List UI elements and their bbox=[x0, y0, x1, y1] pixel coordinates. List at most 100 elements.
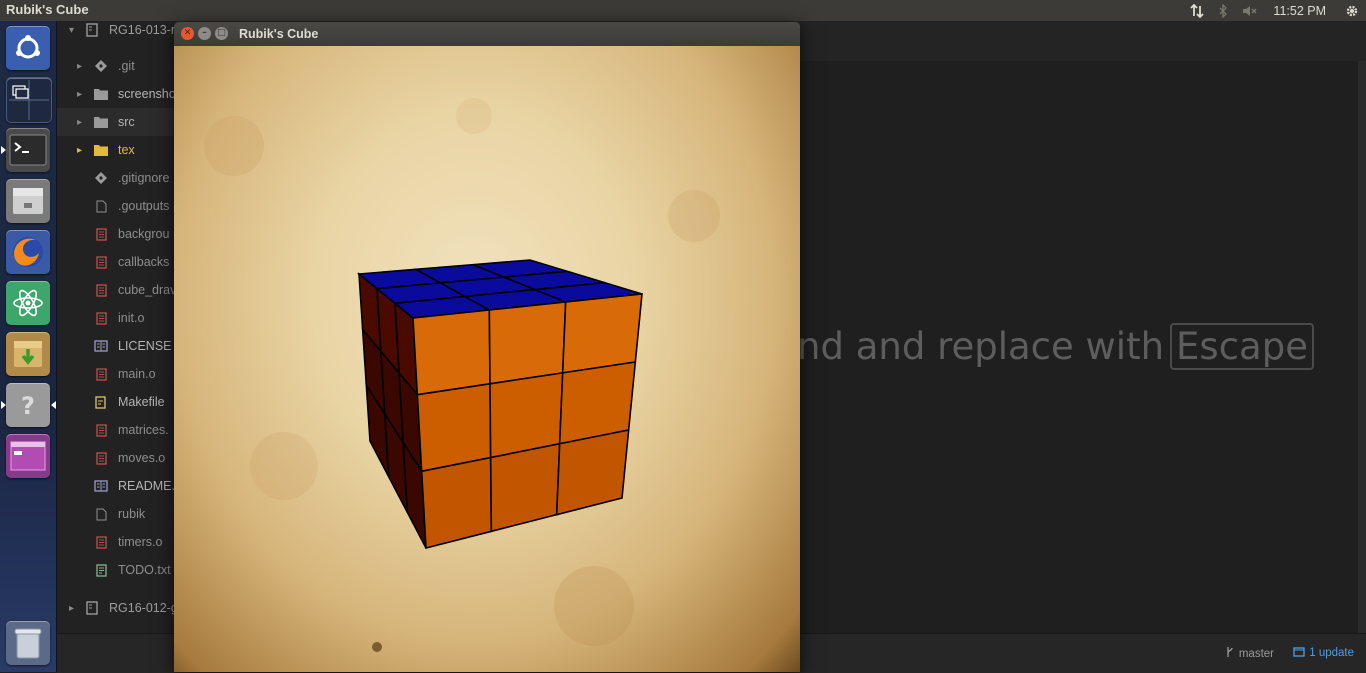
active-indicator bbox=[51, 401, 56, 409]
launcher-item-help[interactable]: ? bbox=[6, 383, 50, 427]
tree-file[interactable]: .gitignore bbox=[57, 164, 177, 192]
tree-file[interactable]: main.o bbox=[57, 360, 177, 388]
hint-key: Escape bbox=[1170, 323, 1314, 370]
chevron-right-icon: ▸ bbox=[77, 60, 83, 72]
binary-file-icon bbox=[94, 283, 108, 297]
tree-item-label: rubik bbox=[118, 507, 146, 521]
git-branch[interactable]: master bbox=[1225, 646, 1274, 660]
tree-file[interactable]: README. bbox=[57, 472, 177, 500]
tree-item-label: .git bbox=[118, 59, 135, 73]
tree-file[interactable]: TODO.txt bbox=[57, 556, 177, 584]
binary-file-icon bbox=[94, 451, 108, 465]
launcher-item-files[interactable] bbox=[6, 179, 50, 223]
chevron-right-icon: ▸ bbox=[77, 116, 83, 128]
volume-muted-icon[interactable] bbox=[1242, 4, 1258, 18]
top-panel: Rubik's Cube 11:52 PM bbox=[0, 0, 1366, 21]
project-root-2[interactable]: ▸ RG16-012-g bbox=[57, 594, 177, 622]
tree-file[interactable]: LICENSE bbox=[57, 332, 177, 360]
firefox-icon bbox=[13, 237, 43, 267]
cube-front-sticker bbox=[561, 293, 643, 374]
tree-item-label: README. bbox=[118, 479, 175, 493]
tree-item-label: src bbox=[118, 115, 135, 129]
project-name: RG16-013-r bbox=[109, 23, 175, 37]
tree-folder[interactable]: ▸ tex bbox=[57, 136, 177, 164]
tree-file[interactable]: Makefile bbox=[57, 388, 177, 416]
tree-item-label: cube_drav bbox=[118, 283, 177, 297]
atom-icon bbox=[13, 289, 43, 317]
system-gear-icon[interactable] bbox=[1345, 4, 1359, 18]
launcher-item-window-app[interactable] bbox=[6, 434, 50, 478]
launcher-item-archive[interactable] bbox=[6, 332, 50, 376]
workspace-switcher-icon bbox=[9, 80, 49, 120]
rubiks-cube[interactable] bbox=[174, 46, 800, 672]
tree-file[interactable]: rubik bbox=[57, 500, 177, 528]
tree-item-label: Makefile bbox=[118, 395, 165, 409]
tree-file[interactable]: init.o bbox=[57, 304, 177, 332]
repo-icon bbox=[85, 23, 99, 37]
maximize-button[interactable]: □ bbox=[215, 27, 228, 40]
file-icon bbox=[94, 507, 108, 521]
hint-text: nd and replace with bbox=[797, 325, 1165, 368]
repo-icon bbox=[85, 601, 99, 615]
update-label: 1 update bbox=[1309, 647, 1354, 659]
launcher-item-terminal[interactable] bbox=[6, 128, 50, 172]
tree-file[interactable]: callbacks bbox=[57, 248, 177, 276]
launcher-item-workspaces[interactable] bbox=[6, 77, 52, 123]
chevron-right-icon: ▸ bbox=[69, 602, 75, 614]
tree-item-label: callbacks bbox=[118, 255, 170, 269]
chevron-down-icon: ▾ bbox=[69, 24, 75, 36]
archive-manager-icon bbox=[14, 341, 42, 367]
trash-icon bbox=[14, 628, 42, 659]
window-titlebar[interactable]: ✕ – □ Rubik's Cube bbox=[174, 22, 800, 46]
launcher-item-trash[interactable] bbox=[6, 621, 50, 665]
project-name: RG16-012-g bbox=[109, 601, 177, 615]
project-tree: ▾ RG16-013-r ▸ .git ▸ screensho ▸ src ▸ tex .git… bbox=[57, 21, 177, 633]
launcher-item-atom[interactable] bbox=[6, 281, 50, 325]
folder-icon bbox=[94, 87, 108, 101]
close-button[interactable]: ✕ bbox=[181, 27, 194, 40]
launcher-item-firefox[interactable] bbox=[6, 230, 50, 274]
empty-pane-hint: nd and replace with Escape bbox=[797, 323, 1314, 370]
tree-item-label: main.o bbox=[118, 367, 156, 381]
app-title: Rubik's Cube bbox=[6, 2, 89, 17]
branch-label: master bbox=[1238, 648, 1274, 660]
tree-file[interactable]: backgrou bbox=[57, 220, 177, 248]
cube-front-sticker bbox=[412, 309, 491, 396]
tree-file[interactable]: cube_drav bbox=[57, 276, 177, 304]
clock[interactable]: 11:52 PM bbox=[1273, 4, 1326, 18]
help-icon: ? bbox=[21, 392, 35, 420]
makefile-icon bbox=[94, 395, 108, 409]
tree-item-label: init.o bbox=[118, 311, 145, 325]
tree-item-label: backgrou bbox=[118, 227, 170, 241]
book-icon bbox=[94, 339, 108, 353]
svg-text:?: ? bbox=[21, 392, 35, 420]
minimize-button[interactable]: – bbox=[198, 27, 211, 40]
tree-folder[interactable]: ▸ src bbox=[57, 108, 177, 136]
tree-item-label: moves.o bbox=[118, 451, 166, 465]
tree-file[interactable]: matrices. bbox=[57, 416, 177, 444]
bluetooth-icon[interactable] bbox=[1218, 3, 1228, 18]
network-icon[interactable] bbox=[1190, 3, 1205, 18]
tree-file[interactable]: moves.o bbox=[57, 444, 177, 472]
project-root-1[interactable]: ▾ RG16-013-r bbox=[57, 21, 177, 44]
rubiks-cube-window: ✕ – □ Rubik's Cube bbox=[174, 22, 800, 672]
opengl-canvas[interactable] bbox=[174, 46, 800, 672]
book-icon bbox=[94, 479, 108, 493]
chevron-right-icon: ▸ bbox=[77, 144, 83, 156]
tree-folder[interactable]: ▸ screensho bbox=[57, 80, 177, 108]
launcher-item-dash[interactable] bbox=[6, 26, 50, 70]
launcher: ? bbox=[0, 21, 57, 672]
tree-file[interactable]: .goutputs bbox=[57, 192, 177, 220]
scrollbar[interactable] bbox=[1358, 61, 1366, 633]
binary-file-icon bbox=[94, 255, 108, 269]
tree-file[interactable]: timers.o bbox=[57, 528, 177, 556]
window-title: Rubik's Cube bbox=[239, 27, 319, 41]
cube-front-sticker bbox=[489, 442, 561, 533]
update-notice[interactable]: 1 update bbox=[1293, 646, 1354, 659]
git-icon bbox=[94, 59, 108, 73]
binary-file-icon bbox=[94, 535, 108, 549]
window-app-icon bbox=[10, 441, 46, 471]
tree-file[interactable]: ▸ .git bbox=[57, 52, 177, 80]
cube-front-sticker bbox=[488, 301, 567, 385]
git-branch-icon bbox=[1227, 647, 1233, 657]
